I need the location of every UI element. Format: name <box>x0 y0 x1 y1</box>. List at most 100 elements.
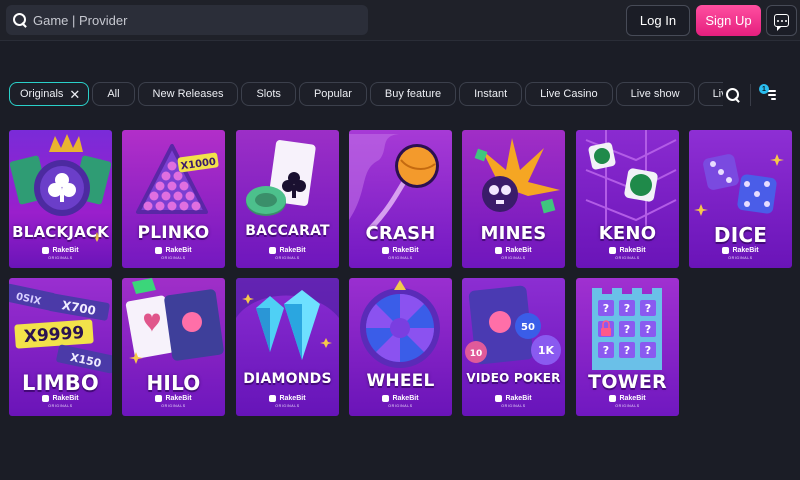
rakebit-logo-icon <box>155 395 163 402</box>
category-filter-bar: Originals ✕ All New Releases Slots Popul… <box>9 82 723 106</box>
rakebit-logo-icon <box>722 247 730 254</box>
rakebit-logo-icon <box>495 247 503 254</box>
brand-logo: RakeBit <box>576 247 679 254</box>
game-tile-baccarat[interactable]: BACCARAT RakeBit ORIGINALS <box>236 130 339 268</box>
search-input[interactable] <box>33 12 333 28</box>
brand-logo: RakeBit <box>9 247 112 254</box>
rakebit-logo-icon <box>269 395 277 402</box>
filter-chip-popular[interactable]: Popular <box>298 82 367 106</box>
brand-logo: RakeBit <box>122 395 225 402</box>
brand-subtitle: ORIGINALS <box>275 404 300 408</box>
brand-logo: RakeBit <box>122 247 225 254</box>
rakebit-logo-icon <box>42 247 50 254</box>
filter-chip-label: Originals <box>20 88 64 100</box>
rakebit-logo-icon <box>155 247 163 254</box>
rakebit-logo-icon <box>382 395 390 402</box>
divider <box>750 84 751 106</box>
filter-chip-slots[interactable]: Slots <box>241 82 296 106</box>
game-title: WHEEL <box>366 371 435 391</box>
brand-subtitle: ORIGINALS <box>275 256 300 260</box>
rakebit-logo-icon <box>609 247 617 254</box>
svg-text:?: ? <box>645 344 651 357</box>
top-bar: Log In Sign Up <box>0 0 800 41</box>
game-tile-diamonds[interactable]: DIAMONDS RakeBit ORIGINALS <box>236 278 339 416</box>
game-tile-mines[interactable]: MINES RakeBit ORIGINALS <box>462 130 565 268</box>
chat-button[interactable] <box>766 5 797 36</box>
rakebit-logo-icon <box>42 395 50 402</box>
brand-logo: RakeBit <box>576 395 679 402</box>
brand-subtitle: ORIGINALS <box>48 256 73 260</box>
signup-button[interactable]: Sign Up <box>696 5 761 36</box>
svg-text:?: ? <box>603 344 609 357</box>
close-icon[interactable]: ✕ <box>69 88 80 101</box>
filter-search-icon[interactable] <box>726 88 740 102</box>
game-tile-wheel[interactable]: WHEEL RakeBit ORIGINALS <box>349 278 452 416</box>
brand-logo: RakeBit <box>689 247 792 254</box>
brand-logo: RakeBit <box>349 247 452 254</box>
game-title: PLINKO <box>137 223 210 243</box>
game-title: DIAMONDS <box>243 371 332 387</box>
game-title: DICE <box>713 223 768 247</box>
svg-text:?: ? <box>624 344 630 357</box>
game-title: MINES <box>480 223 547 244</box>
brand-subtitle: ORIGINALS <box>501 256 526 260</box>
filter-chip-live-baccarat[interactable]: Live bac <box>697 82 723 106</box>
svg-text:?: ? <box>603 302 609 315</box>
svg-text:?: ? <box>624 323 630 336</box>
svg-text:10: 10 <box>470 349 483 359</box>
game-title: BACCARAT <box>245 223 330 239</box>
search-icon <box>13 13 27 27</box>
game-title: KENO <box>598 223 657 244</box>
svg-text:?: ? <box>624 302 630 315</box>
game-tile-video-poker[interactable]: 50 1K 10 VIDEO POKER RakeBit ORIGINALS <box>462 278 565 416</box>
brand-subtitle: ORIGINALS <box>161 256 186 260</box>
filter-chip-originals[interactable]: Originals ✕ <box>9 82 90 106</box>
game-title: TOWER <box>588 371 667 393</box>
filter-chip-instant[interactable]: Instant <box>459 82 523 106</box>
svg-text:?: ? <box>645 302 651 315</box>
rakebit-logo-icon <box>609 395 617 402</box>
filter-chip-live-show[interactable]: Live show <box>615 82 695 106</box>
brand-subtitle: ORIGINALS <box>501 404 526 408</box>
game-tile-dice[interactable]: DICE RakeBit ORIGINALS <box>689 130 792 268</box>
svg-text:?: ? <box>645 323 651 336</box>
rakebit-logo-icon <box>269 247 277 254</box>
rakebit-logo-icon <box>382 247 390 254</box>
svg-text:1K: 1K <box>538 344 555 357</box>
game-title: LIMBO <box>22 371 99 395</box>
login-button[interactable]: Log In <box>626 5 690 36</box>
brand-subtitle: ORIGINALS <box>388 404 413 408</box>
brand-logo: RakeBit <box>349 395 452 402</box>
brand-subtitle: ORIGINALS <box>728 256 753 260</box>
filter-chip-buy-feature[interactable]: Buy feature <box>369 82 457 106</box>
game-title: VIDEO POKER <box>466 371 561 385</box>
game-tile-plinko[interactable]: X1000 PLINKO RakeBit ORIGINALS <box>122 130 225 268</box>
game-title: CRASH <box>365 223 436 244</box>
brand-subtitle: ORIGINALS <box>615 404 640 408</box>
game-tile-crash[interactable]: CRASH RakeBit ORIGINALS <box>349 130 452 268</box>
search-bar[interactable] <box>6 5 368 35</box>
svg-text:50: 50 <box>521 322 535 333</box>
game-title: BLACKJACK <box>12 223 109 241</box>
filter-chip-new-releases[interactable]: New Releases <box>137 82 239 106</box>
game-tile-limbo[interactable]: 0SIX X700 X9999 X150 LIMBO RakeBit ORIGI… <box>9 278 112 416</box>
filter-chip-all[interactable]: All <box>92 82 135 106</box>
brand-logo: RakeBit <box>462 395 565 402</box>
game-tile-hilo[interactable]: HILO RakeBit ORIGINALS <box>122 278 225 416</box>
brand-subtitle: ORIGINALS <box>161 404 186 408</box>
game-title: HILO <box>146 371 201 395</box>
brand-subtitle: ORIGINALS <box>615 256 640 260</box>
game-tile-tower[interactable]: ??? ?? ??? TOWER RakeBit ORIGINALS <box>576 278 679 416</box>
filter-chip-live-casino[interactable]: Live Casino <box>525 82 613 106</box>
game-tile-blackjack[interactable]: BLACKJACK RakeBit ORIGINALS <box>9 130 112 268</box>
brand-subtitle: ORIGINALS <box>48 404 73 408</box>
svg-text:X9999: X9999 <box>23 323 85 347</box>
sort-count-badge: 1 <box>759 84 769 94</box>
brand-logo: RakeBit <box>236 395 339 402</box>
rakebit-logo-icon <box>495 395 503 402</box>
brand-logo: RakeBit <box>236 247 339 254</box>
game-tile-keno[interactable]: KENO RakeBit ORIGINALS <box>576 130 679 268</box>
brand-subtitle: ORIGINALS <box>388 256 413 260</box>
chat-icon <box>774 14 789 31</box>
brand-logo: RakeBit <box>9 395 112 402</box>
